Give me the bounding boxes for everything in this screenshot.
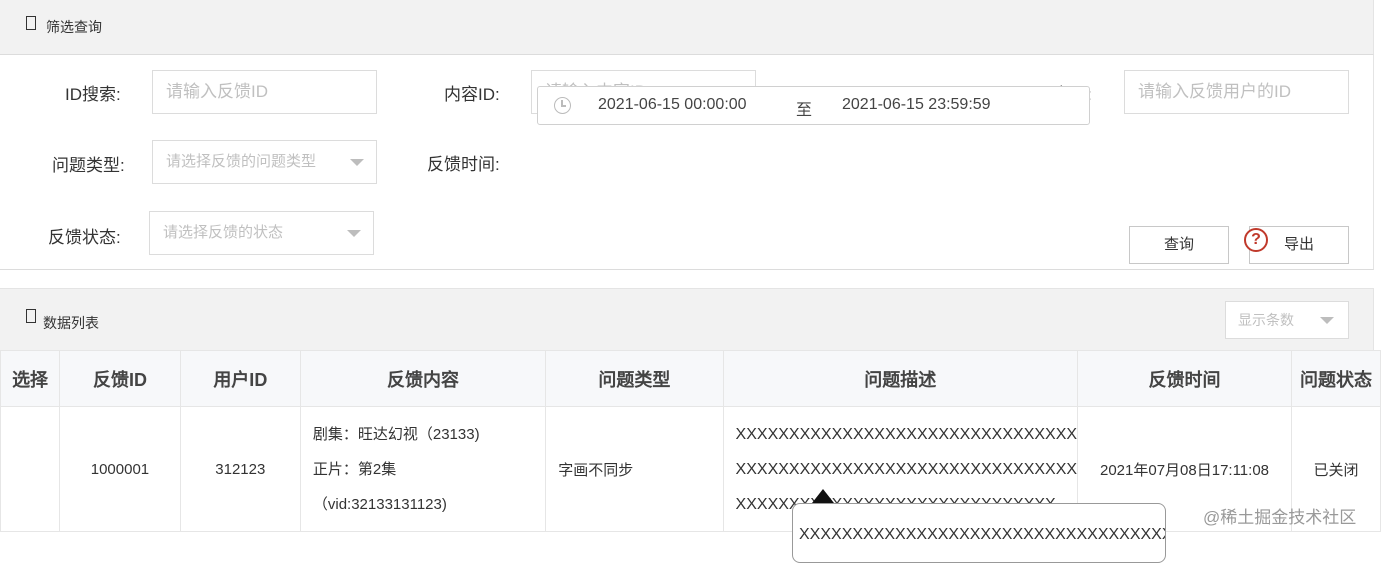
page-size-placeholder: 显示条数 — [1238, 312, 1294, 328]
query-button[interactable]: 查询 — [1129, 226, 1229, 264]
watermark: @稀土掘金技术社区 — [1203, 508, 1357, 527]
row-description-line: XXXXXXXXXXXXXXXXXXXXXXXXXXXXXXXX — [735, 460, 1078, 478]
issue-type-select[interactable]: 请选择反馈的问题类型 — [152, 140, 377, 184]
issue-type-placeholder: 请选择反馈的问题类型 — [166, 153, 317, 170]
issue-type-label: 问题类型: — [52, 156, 125, 175]
row-feedback-id: 1000001 — [59, 406, 181, 532]
date-range-picker[interactable]: 2021-06-15 00:00:00 至 2021-06-15 23:59:5… — [537, 86, 1090, 125]
chevron-down-icon — [350, 159, 364, 166]
date-end[interactable]: 2021-06-15 23:59:59 — [842, 96, 991, 114]
row-description-line: XXXXXXXXXXXXXXXXXXXXXXXXXXXXXXXX — [735, 425, 1078, 443]
row-content-episode: 正片：第2集 — [312, 460, 397, 478]
column-header-time[interactable]: 反馈时间 — [1077, 350, 1292, 407]
status-label: 反馈状态: — [48, 228, 121, 247]
row-issue-type: 字画不同步 — [545, 406, 724, 532]
row-content-vid: （vid:32133131123) — [312, 495, 447, 513]
page-size-select[interactable]: 显示条数 — [1225, 301, 1349, 339]
table-header-row: 选择 反馈ID 用户ID 反馈内容 问题类型 问题描述 反馈时间 问题状态 — [0, 350, 1381, 407]
date-start[interactable]: 2021-06-15 00:00:00 — [598, 96, 747, 114]
help-icon[interactable]: ? — [1244, 228, 1268, 252]
column-header-user-id[interactable]: 用户ID — [179, 350, 301, 407]
user-id-input[interactable]: 请输入反馈用户的ID — [1124, 70, 1349, 114]
filter-panel-title: 筛选查询 — [46, 19, 102, 35]
row-content-series: 剧集：旺达幻视（23133) — [312, 425, 480, 443]
panel-square-icon — [26, 309, 36, 323]
tooltip-arrow — [812, 489, 834, 503]
table-row[interactable]: 1000001 312123 剧集：旺达幻视（23133) 正片：第2集 （vi… — [0, 406, 1381, 532]
row-user-id: 312123 — [179, 406, 301, 532]
data-list-title: 数据列表 — [43, 315, 99, 331]
status-select[interactable]: 请选择反馈的状态 — [149, 211, 374, 255]
row-select-cell[interactable] — [0, 406, 61, 532]
column-header-description: 问题描述 — [722, 350, 1079, 407]
chevron-down-icon — [1320, 317, 1334, 324]
data-list-header: 数据列表 显示条数 — [0, 288, 1374, 350]
description-tooltip: XXXXXXXXXXXXXXXXXXXXXXXXXXXXXXXXXXXXXXXX — [792, 503, 1166, 563]
chevron-down-icon — [347, 230, 361, 237]
content-id-label: 内容ID: — [444, 85, 500, 104]
feedback-id-input[interactable]: 请输入反馈ID — [152, 70, 377, 114]
column-header-feedback-id[interactable]: 反馈ID — [59, 350, 181, 407]
column-header-select: 选择 — [0, 350, 61, 407]
column-header-content: 反馈内容 — [299, 350, 547, 407]
feedback-table: 选择 反馈ID 用户ID 反馈内容 问题类型 问题描述 反馈时间 问题状态 10… — [0, 350, 1381, 532]
feedback-time-label: 反馈时间: — [427, 155, 500, 174]
date-separator: 至 — [796, 102, 813, 119]
panel-square-icon — [26, 16, 36, 30]
column-header-issue-type: 问题类型 — [545, 350, 724, 407]
feedback-id-label: ID搜索: — [65, 85, 121, 104]
clock-icon — [554, 97, 571, 114]
row-content: 剧集：旺达幻视（23133) 正片：第2集 （vid:32133131123) — [299, 406, 547, 532]
filter-panel-header: 筛选查询 — [0, 0, 1374, 55]
status-placeholder: 请选择反馈的状态 — [163, 224, 284, 241]
column-header-status: 问题状态 — [1290, 350, 1381, 407]
